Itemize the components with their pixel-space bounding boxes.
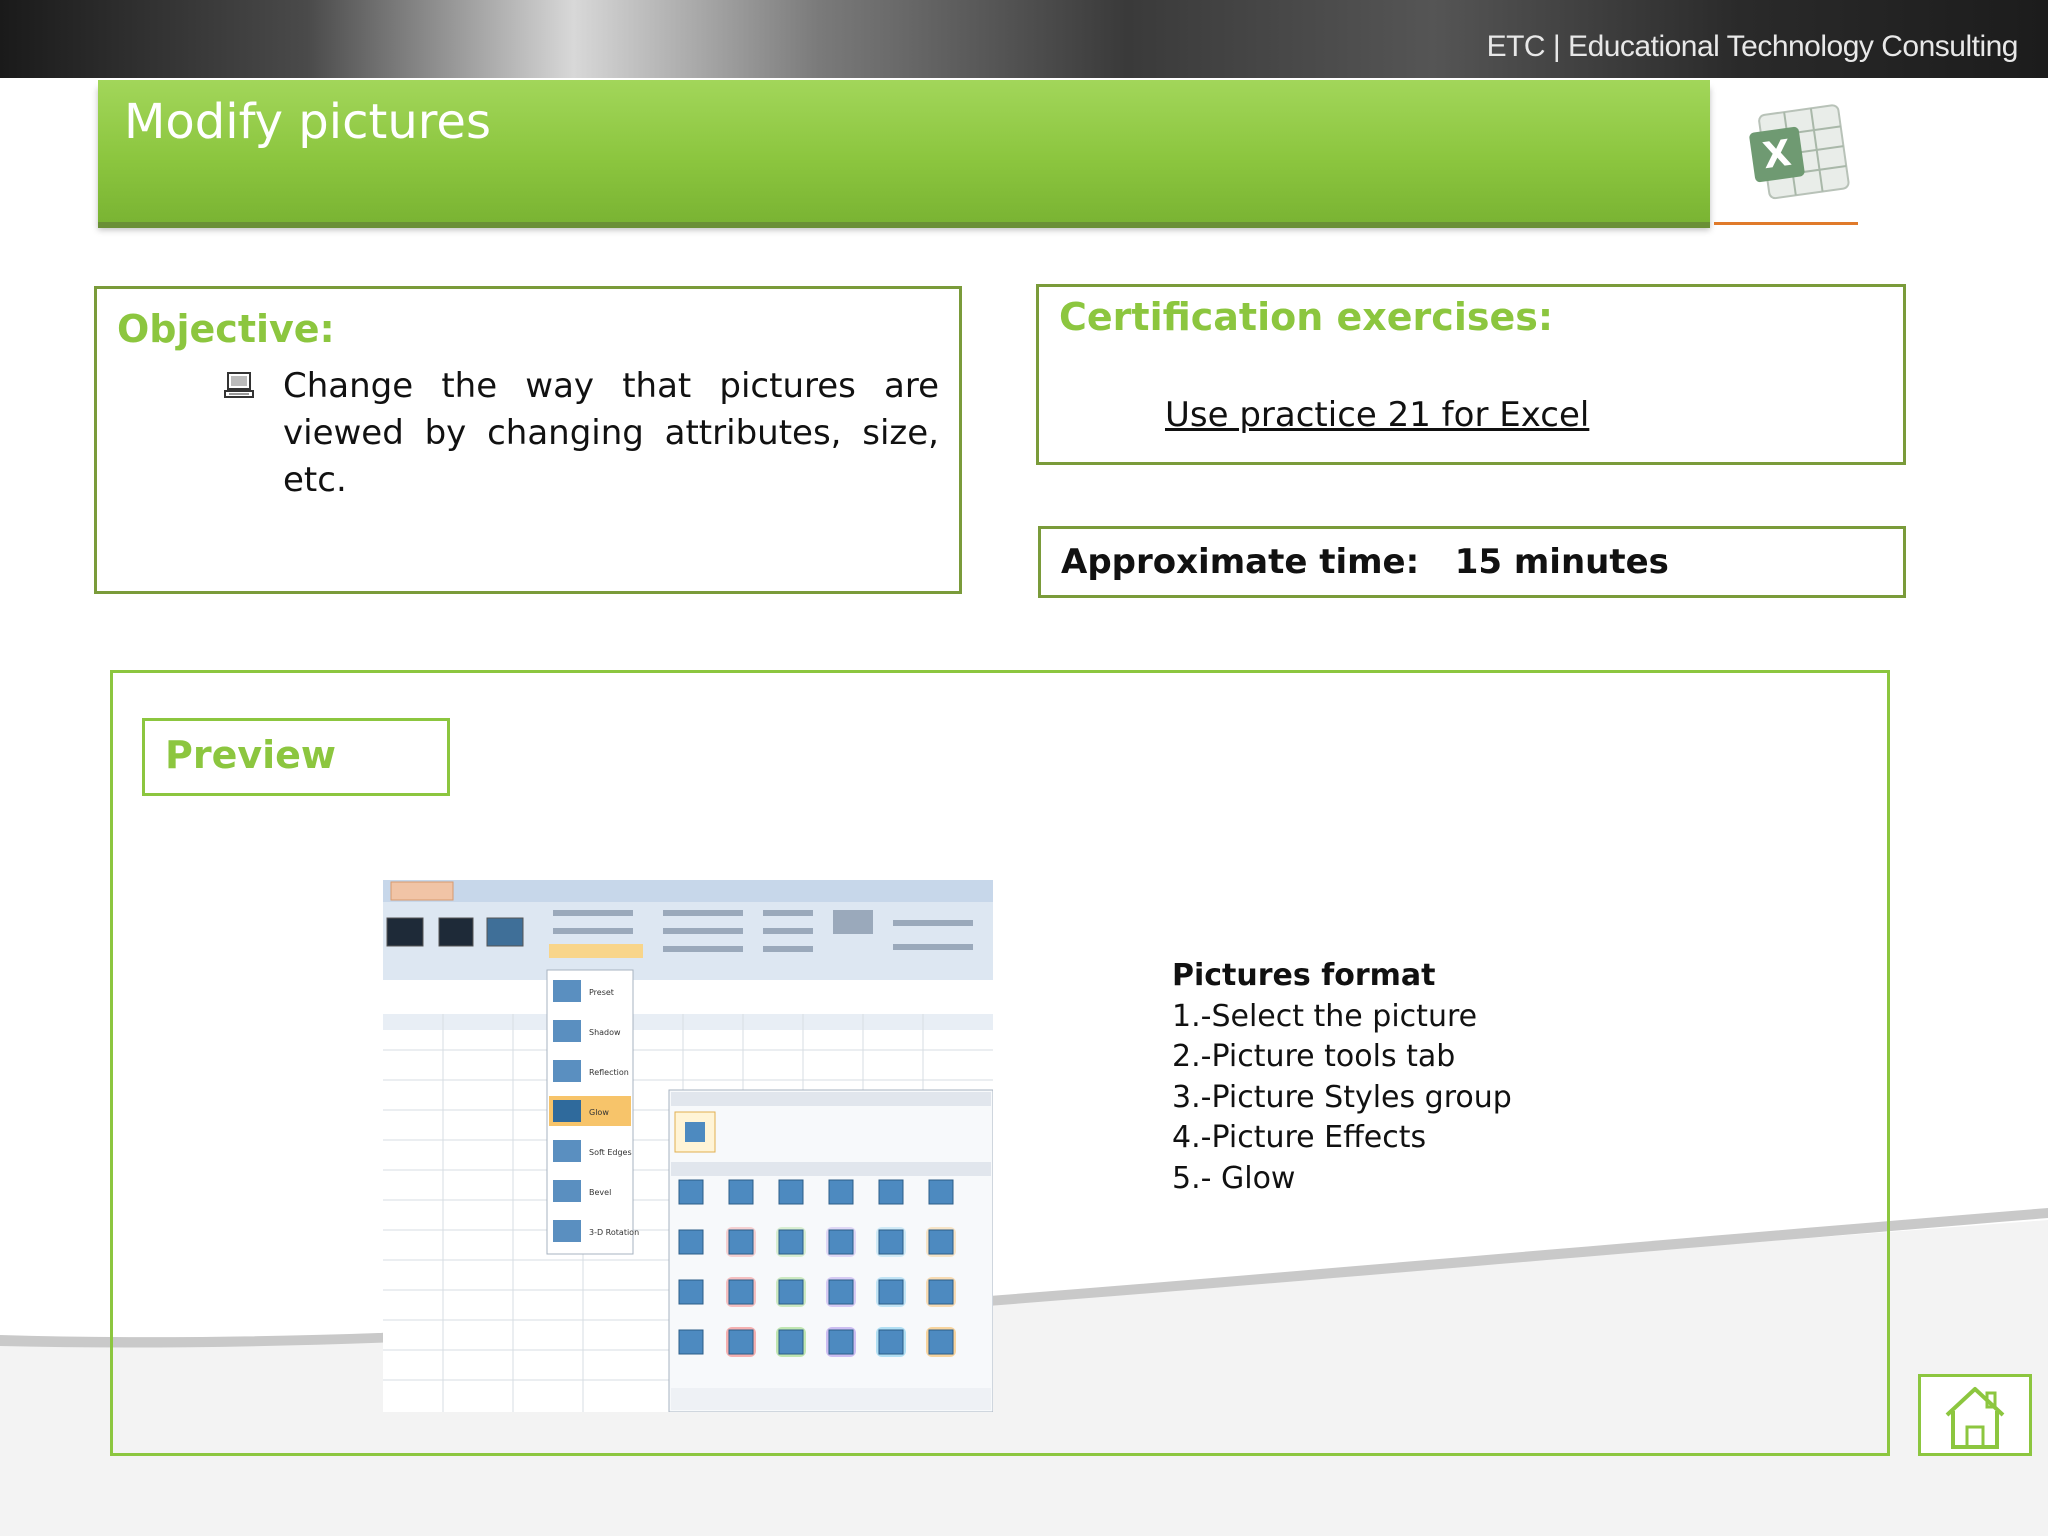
excel-screenshot: Preset Shadow Reflection Glow Soft Edges… [383,880,993,1412]
excel-icon: X [1749,104,1850,200]
objective-text: Change the way that pictures are viewed … [283,366,939,500]
practice-link[interactable]: Use practice 21 for Excel [1165,395,1589,435]
instructions-title: Pictures format [1172,958,1436,993]
home-button[interactable] [1918,1374,2032,1456]
certification-heading: Certification exercises: [1059,295,1554,339]
menu-item-soft-edges: Soft Edges [589,1148,632,1157]
menu-item-bevel: Bevel [589,1188,611,1197]
step-3: 3.-Picture Styles group [1172,1079,1512,1115]
home-icon [1945,1387,2005,1449]
title-bar: Modify pictures [98,80,1710,222]
orange-divider [1714,222,1858,225]
step-1: 1.-Select the picture [1172,998,1478,1034]
page-title: Modify pictures [124,94,491,150]
approximate-time-box: Approximate time: 15 minutes [1038,526,1906,598]
step-5: 5.- Glow [1172,1160,1296,1196]
excel-screenshot-graphic: Preset Shadow Reflection Glow Soft Edges… [383,880,993,1412]
top-banner: ETC | Educational Technology Consulting [0,0,2048,78]
certification-box: Certification exercises: Use practice 21… [1036,284,1906,465]
menu-item-3d-rotation: 3-D Rotation [589,1228,639,1237]
instructions: Pictures format 1.-Select the picture 2.… [1172,956,1512,1199]
objective-box: Objective: Change the way that pictures … [94,286,962,594]
approximate-time-text: Approximate time: 15 minutes [1061,542,1669,582]
computer-icon [224,372,254,398]
objective-heading: Objective: [117,307,335,351]
svg-text:X: X [1760,133,1793,177]
menu-item-glow: Glow [589,1108,609,1117]
menu-item-reflection: Reflection [589,1068,629,1077]
step-4: 4.-Picture Effects [1172,1120,1427,1155]
step-2: 2.-Picture tools tab [1172,1039,1456,1074]
menu-item-shadow: Shadow [589,1028,621,1037]
menu-item-preset: Preset [589,988,614,997]
preview-heading: Preview [165,733,337,777]
brand-text: ETC | Educational Technology Consulting [1486,30,2019,63]
preview-label-box: Preview [142,718,450,796]
